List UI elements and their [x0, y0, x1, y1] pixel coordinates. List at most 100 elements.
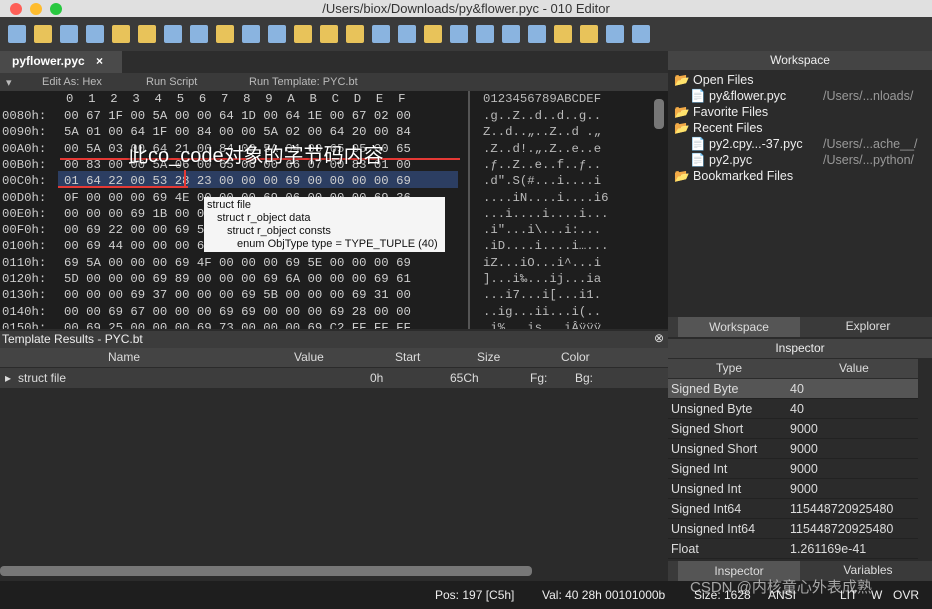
paste-icon[interactable]	[216, 25, 234, 43]
folders-icon[interactable]	[138, 25, 156, 43]
recent-file-item[interactable]: 📄 py2.pyc/Users/...python/	[674, 152, 914, 168]
tab-explorer[interactable]: Explorer	[818, 319, 918, 333]
find-in-files-icon[interactable]	[346, 25, 364, 43]
minimize-window-button[interactable]	[30, 3, 42, 15]
row-address[interactable]: 0120h:	[2, 272, 46, 286]
redo-icon[interactable]	[268, 25, 286, 43]
run-icon[interactable]	[632, 25, 650, 43]
row-hex[interactable]: 00 67 1F 00 5A 00 00 64 1D 00 64 1E 00 6…	[64, 109, 411, 123]
find-icon[interactable]	[294, 25, 312, 43]
row-address[interactable]: 0110h:	[2, 256, 46, 270]
watermark: CSDN @内核童心外表成熟	[690, 579, 872, 596]
row-address[interactable]: 00A0h:	[2, 142, 46, 156]
inspector-row[interactable]: Signed Short 9000	[668, 419, 918, 439]
row-address[interactable]: 00D0h:	[2, 191, 46, 205]
row-hex[interactable]: 00 69 25 00 00 00 69 73 00 00 00 69 C2 F…	[64, 321, 411, 329]
save-all-icon[interactable]	[86, 25, 104, 43]
inspector-row[interactable]: Signed Byte 40	[668, 379, 918, 399]
replace-icon[interactable]	[320, 25, 338, 43]
save-icon[interactable]	[60, 25, 78, 43]
cut-icon[interactable]	[164, 25, 182, 43]
text-icon[interactable]	[398, 25, 416, 43]
row-ascii[interactable]: Z..d..„..Z..d .„	[483, 125, 601, 139]
row-ascii[interactable]: ..ig...ii...i(..	[483, 305, 601, 319]
hex-icon[interactable]	[450, 25, 468, 43]
tab-workspace[interactable]: Workspace	[678, 317, 800, 337]
col-start[interactable]: Start	[395, 350, 420, 364]
run-script-menu[interactable]: Run Script	[146, 76, 197, 88]
row-address[interactable]: 0100h:	[2, 239, 46, 253]
inspector-row[interactable]: Unsigned Byte 40	[668, 399, 918, 419]
row-address[interactable]: 0130h:	[2, 288, 46, 302]
col-value[interactable]: Value	[294, 350, 324, 364]
row-ascii[interactable]: .Z..d!.„.Z..e..e	[483, 142, 601, 156]
close-tab-icon[interactable]: ×	[96, 54, 103, 68]
close-panel-icon[interactable]: ⊗	[654, 331, 664, 345]
horizontal-scrollbar[interactable]	[0, 566, 532, 576]
swap-icon[interactable]	[580, 25, 598, 43]
row-ascii[interactable]: iZ...iO...i^...i	[483, 256, 601, 270]
collapse-icon[interactable]: ▾	[6, 76, 12, 89]
recent-files-node[interactable]: 📂 Recent Files	[674, 120, 803, 136]
new-file-icon[interactable]	[8, 25, 26, 43]
open-files-node[interactable]: 📂 Open Files	[674, 72, 803, 88]
run-template-menu[interactable]: Run Template: PYC.bt	[249, 76, 358, 88]
vertical-scrollbar[interactable]	[654, 99, 664, 129]
percent-icon[interactable]	[606, 25, 624, 43]
inspector-columns: Type Value	[668, 359, 918, 378]
row-hex[interactable]: 00 00 00 69 37 00 00 00 69 5B 00 00 00 6…	[64, 288, 411, 302]
goto-icon[interactable]	[372, 25, 390, 43]
tab-variables[interactable]: Variables	[818, 563, 918, 577]
inspector-row[interactable]: Unsigned Int64 115448720925480	[668, 519, 918, 539]
row-address[interactable]: 00E0h:	[2, 207, 46, 221]
open-folder-icon[interactable]	[34, 25, 52, 43]
copy-icon[interactable]	[190, 25, 208, 43]
table-row[interactable]: ▸ struct file 0h 65Ch Fg: Bg:	[0, 368, 668, 388]
row-address[interactable]: 0150h:	[2, 321, 46, 329]
highlight-icon[interactable]	[424, 25, 442, 43]
zoom-window-button[interactable]	[50, 3, 62, 15]
recent-file-item[interactable]: 📄 py2.cpy...-37.pyc/Users/...ache__/	[674, 136, 918, 152]
pilcrow-icon[interactable]	[502, 25, 520, 43]
row-hex[interactable]: 5D 00 00 00 69 89 00 00 00 69 6A 00 00 0…	[64, 272, 411, 286]
bookmarked-files-node[interactable]: 📂 Bookmarked Files	[674, 168, 803, 184]
inspector-row[interactable]: Float 1.261169e-41	[668, 539, 918, 559]
col-color[interactable]: Color	[561, 350, 590, 364]
row-hex[interactable]: 69 5A 00 00 00 69 4F 00 00 00 69 5E 00 0…	[64, 256, 411, 270]
inspector-row[interactable]: Unsigned Short 9000	[668, 439, 918, 459]
close-window-button[interactable]	[10, 3, 22, 15]
row-ascii[interactable]: .ƒ..Z..e..f..ƒ..	[483, 158, 601, 172]
inspector-row[interactable]: Signed Int 9000	[668, 459, 918, 479]
row-ascii[interactable]: ...i7...i[...i1.	[483, 288, 601, 302]
compare-icon[interactable]	[554, 25, 572, 43]
row-ascii[interactable]: .i%...is...iÂÿÿÿ	[483, 321, 601, 329]
calculator-icon[interactable]	[528, 25, 546, 43]
open-file-item[interactable]: 📄 py&flower.pyc/Users/...nloads/	[674, 88, 913, 104]
row-hex[interactable]: 00 00 69 67 00 00 00 69 69 00 00 00 69 2…	[64, 305, 411, 319]
inspector-row[interactable]: Unsigned Int 9000	[668, 479, 918, 499]
inspector-row[interactable]: Signed Int64 115448720925480	[668, 499, 918, 519]
row-ascii[interactable]: .i"...i\...i:...	[483, 223, 601, 237]
folder-icon[interactable]	[112, 25, 130, 43]
col-name[interactable]: Name	[108, 350, 140, 364]
row-address[interactable]: 0090h:	[2, 125, 46, 139]
row-ascii[interactable]: .d".S(#...i....i	[483, 174, 601, 188]
favorite-files-node[interactable]: 📂 Favorite Files	[674, 104, 803, 120]
col-size[interactable]: Size	[477, 350, 500, 364]
row-ascii[interactable]: ....iN....i....i6	[483, 191, 608, 205]
edit-as-menu[interactable]: Edit As: Hex	[42, 76, 102, 88]
expand-icon[interactable]: ▸	[5, 371, 11, 385]
undo-icon[interactable]	[242, 25, 260, 43]
columns-icon[interactable]	[476, 25, 494, 43]
row-address[interactable]: 0080h:	[2, 109, 46, 123]
row-ascii[interactable]: ...i....i....i...	[483, 207, 608, 221]
row-hex[interactable]: 5A 01 00 64 1F 00 84 00 00 5A 02 00 64 2…	[64, 125, 411, 139]
row-address[interactable]: 0140h:	[2, 305, 46, 319]
row-ascii[interactable]: .iD....i....i…...	[483, 239, 608, 253]
row-ascii[interactable]: .g..Z..d..d..g..	[483, 109, 601, 123]
row-address[interactable]: 00F0h:	[2, 223, 46, 237]
row-address[interactable]: 00C0h:	[2, 174, 46, 188]
row-address[interactable]: 00B0h:	[2, 158, 46, 172]
row-ascii[interactable]: ]...i‰...ij...ia	[483, 272, 601, 286]
file-tab[interactable]: pyflower.pyc ×	[0, 51, 122, 73]
